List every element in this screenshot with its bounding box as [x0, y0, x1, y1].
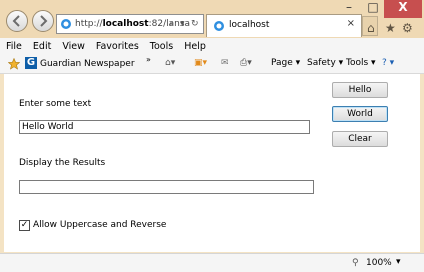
menu-help[interactable]: Help	[178, 38, 211, 52]
home-dropdown-icon[interactable]: ⌂▾	[165, 58, 175, 68]
search-icon[interactable]: ⌕	[169, 15, 174, 33]
forward-arrow-icon	[40, 15, 48, 27]
chevron-more-icon[interactable]: »	[146, 55, 151, 64]
results-field[interactable]	[19, 180, 314, 194]
print-icon[interactable]: ⎙▾	[240, 58, 252, 68]
menu-view[interactable]: View	[56, 38, 90, 52]
refresh-icon[interactable]: ↻	[191, 15, 199, 33]
mail-icon[interactable]: ✉	[221, 58, 229, 68]
clear-button[interactable]: Clear	[332, 131, 388, 147]
help-menu-icon[interactable]: ? ▾	[382, 58, 394, 68]
browser-window: – □ X http://localhost:82/lansa ⌕ ▾ ↻ lo…	[0, 0, 424, 272]
tab-title: localhost	[229, 20, 270, 30]
command-bar: G Guardian Newspaper » ⌂▾ ▣▾ ✉ ⎙▾ Page ▾…	[0, 55, 424, 74]
close-window-button[interactable]: X	[384, 0, 422, 18]
zoom-level[interactable]: 100%	[366, 258, 392, 268]
enter-text-label: Enter some text	[19, 99, 92, 109]
zoom-dropdown-icon[interactable]: ▾	[396, 257, 401, 267]
menu-favorites[interactable]: Favorites	[90, 38, 144, 52]
zoom-icon: ⚲	[352, 258, 359, 268]
ie-tab-icon	[214, 21, 224, 31]
home-icon[interactable]: ⌂	[367, 21, 375, 35]
tab-close-icon[interactable]: ×	[347, 18, 355, 29]
forward-button[interactable]	[32, 10, 54, 32]
world-button[interactable]: World	[332, 106, 388, 122]
checkbox-label: Allow Uppercase and Reverse	[33, 220, 167, 230]
add-favorite-icon[interactable]	[8, 58, 20, 70]
tools-menu[interactable]: Tools ▾	[346, 58, 376, 68]
back-button[interactable]	[6, 10, 28, 32]
tab-localhost[interactable]: localhost ×	[206, 14, 362, 37]
menu-file[interactable]: File	[0, 38, 27, 52]
menu-edit[interactable]: Edit	[27, 38, 56, 52]
address-bar[interactable]: http://localhost:82/lansa ⌕ ▾ ↻	[56, 14, 204, 34]
status-bar: ⚲ 100% ▾	[0, 253, 424, 272]
back-arrow-icon	[12, 15, 20, 27]
page-menu[interactable]: Page ▾	[271, 58, 300, 68]
uppercase-reverse-checkbox[interactable]: ✓	[19, 220, 30, 231]
settings-gear-icon[interactable]: ⚙	[402, 21, 413, 35]
dropdown-icon[interactable]: ▾	[180, 15, 185, 33]
favorite-link-guardian[interactable]: Guardian Newspaper	[40, 59, 135, 69]
rss-feed-icon[interactable]: ▣▾	[194, 58, 207, 68]
page-content: Enter some text Hello World Display the …	[4, 74, 420, 252]
menu-bar: File Edit View Favorites Tools Help	[0, 38, 424, 55]
hello-button[interactable]: Hello	[332, 82, 388, 98]
safety-menu[interactable]: Safety ▾	[307, 58, 343, 68]
ie-page-icon	[61, 19, 71, 29]
text-input[interactable]: Hello World	[19, 120, 310, 134]
results-label: Display the Results	[19, 158, 106, 168]
menu-tools[interactable]: Tools	[144, 38, 178, 52]
guardian-icon: G	[25, 57, 37, 69]
favorites-star-icon[interactable]: ★	[385, 21, 396, 35]
